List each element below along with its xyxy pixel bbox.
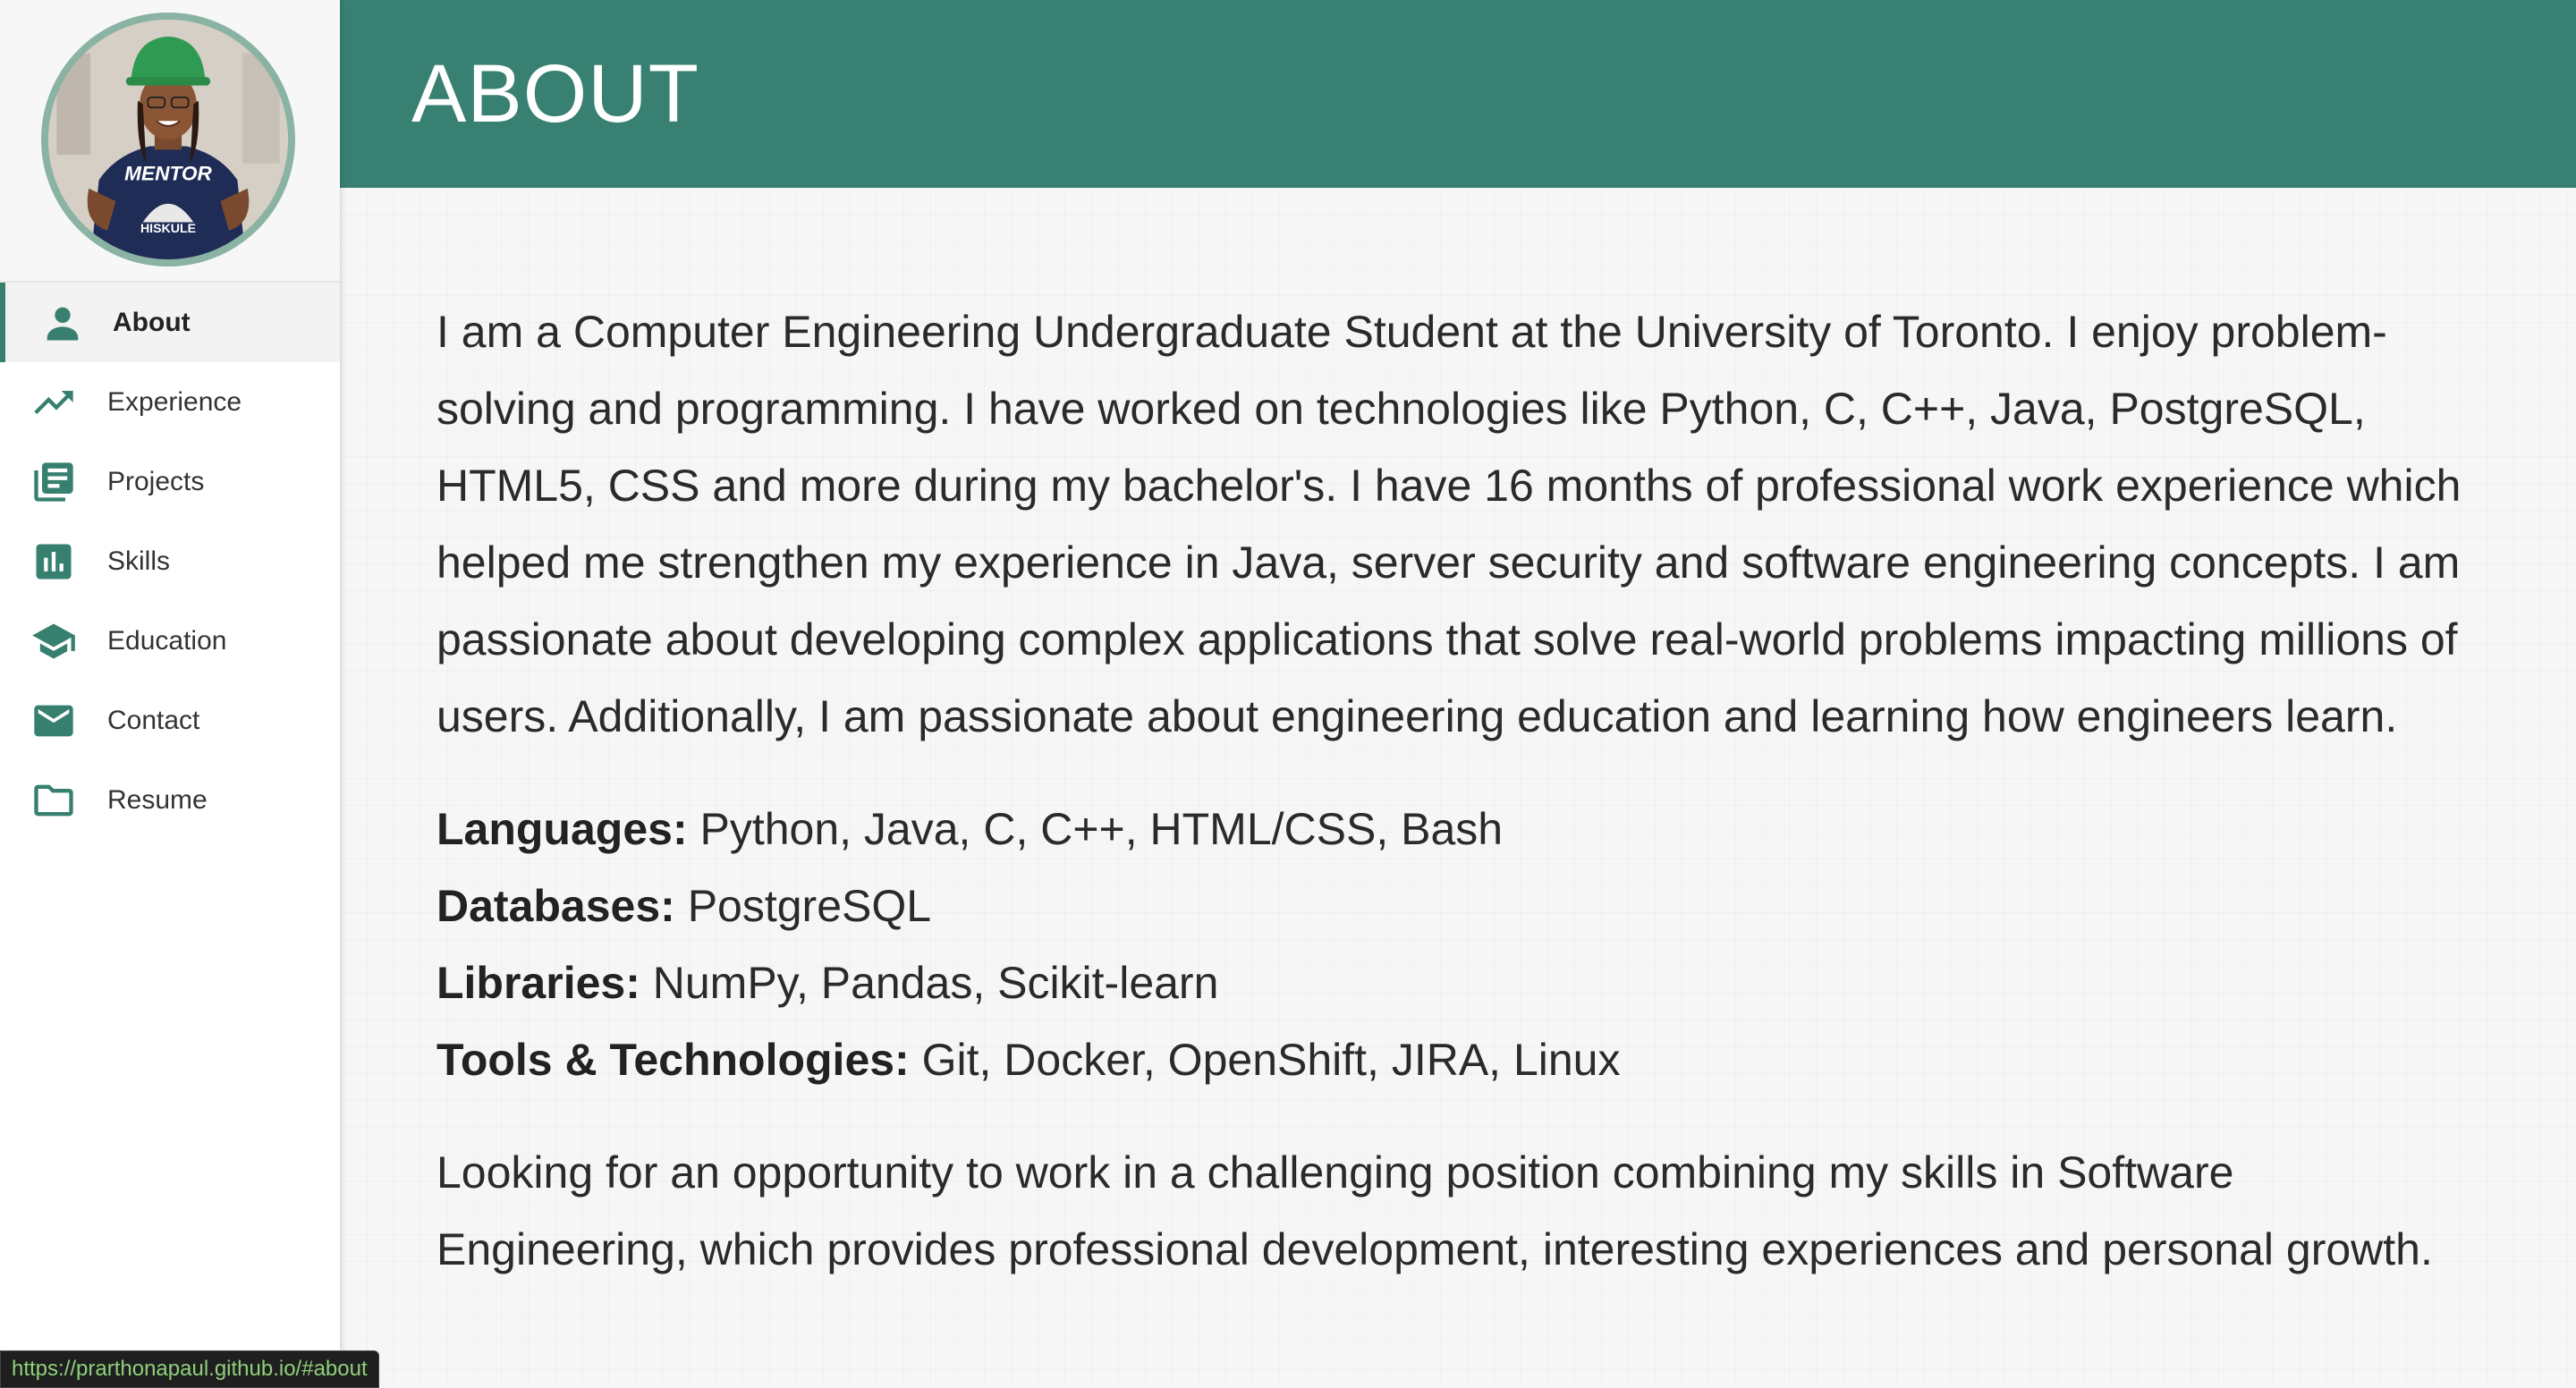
person-icon: [39, 300, 86, 346]
trending-up-icon: [30, 379, 77, 426]
skill-value: PostgreSQL: [674, 881, 932, 931]
library-books-icon: [30, 459, 77, 505]
sidebar-item-label: Education: [107, 625, 227, 656]
sidebar-nav: About Experience Projects Skills Educati…: [0, 283, 340, 840]
school-icon: [30, 618, 77, 664]
sidebar-item-experience[interactable]: Experience: [0, 362, 340, 442]
skill-key: Tools & Technologies:: [436, 1035, 910, 1085]
sidebar-item-label: Projects: [107, 466, 205, 496]
avatar-shirt-text: MENTOR: [124, 162, 212, 184]
sidebar-item-label: Contact: [107, 705, 200, 735]
bar-chart-icon: [30, 538, 77, 585]
skill-line-libraries: Libraries: NumPy, Pandas, Scikit-learn: [436, 944, 2487, 1021]
skill-key: Languages:: [436, 804, 688, 854]
sidebar-item-label: Resume: [107, 784, 208, 815]
skill-line-tools: Tools & Technologies: Git, Docker, OpenS…: [436, 1021, 2487, 1098]
sidebar-item-resume[interactable]: Resume: [0, 760, 340, 840]
sidebar-item-education[interactable]: Education: [0, 601, 340, 681]
page-title: ABOUT: [411, 47, 699, 140]
about-intro: I am a Computer Engineering Undergraduat…: [436, 307, 2462, 741]
profile-header: MENTOR HISKULE: [0, 0, 340, 283]
skill-key: Libraries:: [436, 958, 640, 1008]
skill-value: Git, Docker, OpenShift, JIRA, Linux: [909, 1035, 1621, 1085]
sidebar-item-label: About: [113, 307, 191, 337]
skill-value: NumPy, Pandas, Scikit-learn: [640, 958, 1219, 1008]
link-status-bar: https://prarthonapaul.github.io/#about: [0, 1350, 379, 1388]
skill-line-databases: Databases: PostgreSQL: [436, 868, 2487, 944]
page-header: ABOUT: [340, 0, 2576, 188]
sidebar: MENTOR HISKULE About Experience Projects: [0, 0, 340, 1388]
sidebar-item-projects[interactable]: Projects: [0, 442, 340, 521]
skills-summary: Languages: Python, Java, C, C++, HTML/CS…: [436, 791, 2487, 1098]
skill-line-languages: Languages: Python, Java, C, C++, HTML/CS…: [436, 791, 2487, 868]
about-closing: Looking for an opportunity to work in a …: [436, 1147, 2433, 1274]
avatar-logo-text: HISKULE: [140, 221, 196, 235]
sidebar-item-skills[interactable]: Skills: [0, 521, 340, 601]
sidebar-item-contact[interactable]: Contact: [0, 681, 340, 760]
sidebar-item-label: Experience: [107, 386, 242, 417]
mail-icon: [30, 698, 77, 744]
about-section: I am a Computer Engineering Undergraduat…: [340, 188, 2576, 1388]
status-url: https://prarthonapaul.github.io/#about: [12, 1357, 368, 1381]
skill-key: Databases:: [436, 881, 675, 931]
avatar: MENTOR HISKULE: [41, 13, 295, 267]
sidebar-item-about[interactable]: About: [0, 283, 340, 362]
folder-icon: [30, 777, 77, 824]
skill-value: Python, Java, C, C++, HTML/CSS, Bash: [687, 804, 1504, 854]
sidebar-item-label: Skills: [107, 546, 171, 576]
